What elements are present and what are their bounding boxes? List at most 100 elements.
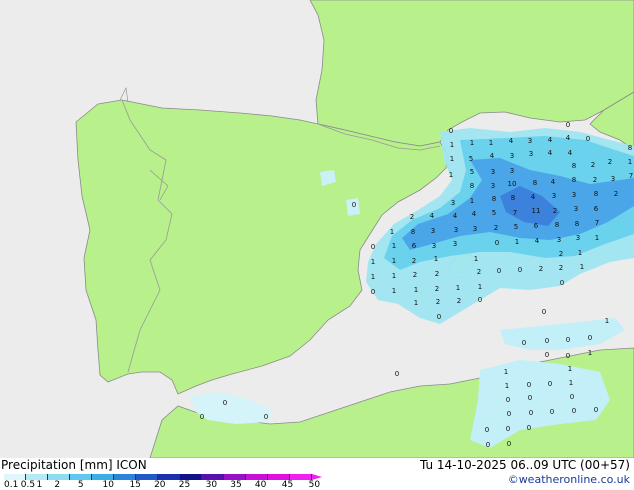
precip-value-label: 4	[472, 210, 477, 218]
precip-value-label: 4	[430, 212, 435, 220]
precip-value-label: 0	[506, 396, 510, 404]
precip-value-label: 2	[413, 271, 417, 279]
legend-labels: 0.1 0.5 1 2 5 10 15 20 25 30 35 40 45 50	[0, 480, 340, 490]
precip-value-label: 2	[559, 264, 563, 272]
precip-value-label: 0	[518, 266, 522, 274]
legend-tick-label: 40	[254, 480, 267, 490]
precip-value-label: 1	[414, 299, 418, 307]
precip-value-label: 1	[390, 228, 394, 236]
precip-value-label: 1	[414, 286, 418, 294]
precip-value-label: 4	[548, 149, 553, 157]
precip-value-label: 2	[435, 270, 439, 278]
precip-value-label: 1	[470, 197, 474, 205]
precip-value-label: 4	[535, 237, 540, 245]
precip-value-label: 1	[588, 349, 592, 357]
precip-value-label: 0	[352, 201, 356, 209]
precip-value-label: 1	[578, 249, 582, 257]
precip-value-label: 1	[392, 257, 396, 265]
precip-value-label: 0	[371, 288, 375, 296]
precip-value-label: 2	[608, 158, 612, 166]
precip-value-label: 8	[594, 190, 598, 198]
precip-value-label: 0	[223, 399, 227, 407]
precip-value-label: 2	[553, 207, 557, 215]
legend-tick-label: 0.1	[4, 480, 19, 490]
precip-value-label: 0	[497, 267, 501, 275]
precip-value-label: 0	[506, 425, 510, 433]
precip-value-label: 0	[588, 334, 592, 342]
legend-tick-label: 25	[178, 480, 191, 490]
precip-value-label: 2	[591, 161, 595, 169]
precip-value-label: 1	[628, 158, 632, 166]
precip-value-label: 5	[492, 209, 496, 217]
precip-value-label: 4	[566, 134, 571, 142]
precip-value-label: 0	[550, 408, 554, 416]
precip-value-label: 1	[392, 287, 396, 295]
precip-value-label: 0	[570, 393, 574, 401]
precip-value-label: 1	[434, 255, 438, 263]
precip-value-label: 0	[566, 121, 570, 129]
precip-value-label: 8	[555, 221, 559, 229]
precip-value-label: 5	[469, 155, 473, 163]
precip-value-label: 0	[371, 243, 375, 251]
precip-value-label: 11	[532, 207, 541, 215]
precip-value-label: 3	[611, 175, 615, 183]
precip-value-label: 2	[436, 298, 440, 306]
precip-value-label: 3	[510, 152, 514, 160]
credit-link[interactable]: ©weatheronline.co.uk	[508, 473, 630, 486]
precip-value-label: 1	[515, 238, 519, 246]
precip-value-label: 0	[528, 394, 532, 402]
precip-value-label: 2	[435, 285, 439, 293]
precip-value-label: 0	[527, 424, 531, 432]
precip-value-label: 3	[451, 199, 455, 207]
precip-value-label: 0	[522, 339, 526, 347]
precip-value-label: 2	[477, 268, 481, 276]
legend-tick-label: 35	[230, 480, 242, 490]
precip-value-label: 3	[576, 234, 580, 242]
precip-value-label: 1	[450, 155, 454, 163]
precip-value-label: 4	[531, 193, 536, 201]
map-title: Precipitation [mm] ICON	[1, 458, 147, 472]
precip-value-label: 1	[595, 234, 599, 242]
precip-value-label: 4	[509, 137, 514, 145]
precip-value-label: 0	[545, 337, 549, 345]
precip-value-label: 0	[507, 440, 511, 448]
legend-tick-label: 1	[36, 480, 43, 490]
precip-value-label: 3	[431, 227, 435, 235]
precip-value-label: 2	[457, 297, 461, 305]
precip-value-label: 3	[529, 150, 533, 158]
precip-value-label: 0	[395, 370, 399, 378]
precip-value-label: 3	[572, 191, 576, 199]
precip-value-label: 2	[412, 257, 416, 265]
precip-value-label: 0	[495, 239, 499, 247]
precip-value-label: 1	[392, 272, 396, 280]
precip-value-label: 1	[580, 263, 584, 271]
precip-value-label: 3	[473, 225, 477, 233]
precip-value-label: 1	[504, 368, 508, 376]
precip-value-label: 4	[453, 212, 458, 220]
precip-value-label: 1	[474, 255, 478, 263]
legend-tick-label: 2	[54, 480, 61, 490]
map-footer: Precipitation [mm] ICON Tu 14-10-2025 06…	[0, 458, 634, 490]
precip-value-label: 1	[470, 139, 474, 147]
precip-value-label: 1	[505, 382, 509, 390]
precip-value-label: 1	[605, 317, 609, 325]
precip-value-label: 3	[557, 236, 561, 244]
precip-value-label: 8	[572, 162, 576, 170]
precip-value-label: 8	[628, 144, 632, 152]
precip-value-label: 0	[566, 352, 570, 360]
precip-value-label: 2	[539, 265, 543, 273]
precip-value-label: 0	[529, 409, 533, 417]
precip-value-label: 0	[507, 410, 511, 418]
precip-value-label: 3	[454, 226, 458, 234]
precip-value-label: 1	[569, 379, 573, 387]
precip-value-label: 4	[551, 178, 556, 186]
precip-value-label: 1	[489, 139, 493, 147]
precip-value-label: 0	[560, 279, 564, 287]
legend-tick-label: 5	[77, 480, 84, 490]
precip-value-label: 1	[392, 242, 396, 250]
precip-value-label: 8	[411, 228, 415, 236]
precip-value-label: 3	[491, 168, 495, 176]
legend-tick-label: 50	[308, 480, 321, 490]
precip-value-label: 0	[594, 406, 598, 414]
precip-value-label: 1	[371, 273, 375, 281]
